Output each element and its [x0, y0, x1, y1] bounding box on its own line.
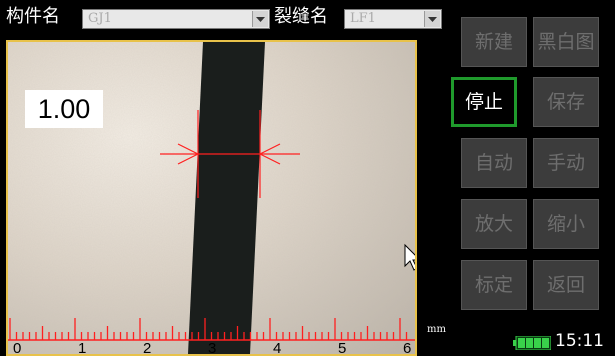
ruler-tick-label: 4	[273, 340, 281, 354]
stop-button[interactable]: 停止	[451, 77, 517, 127]
save-button[interactable]: 保存	[533, 77, 599, 127]
new-button[interactable]: 新建	[461, 17, 527, 67]
measurement-readout: 1.00	[25, 90, 103, 128]
component-name-label: 构件名	[6, 6, 60, 27]
crack-image: 0 1 2 3 4 5 6	[8, 42, 415, 354]
ruler-tick-label: 6	[403, 340, 411, 354]
crack-name-dropdown[interactable]: LF1	[344, 9, 442, 29]
chevron-down-icon[interactable]	[424, 11, 440, 27]
battery-icon	[513, 336, 551, 350]
battery-segment	[534, 338, 541, 348]
auto-button[interactable]: 自动	[461, 138, 527, 188]
top-bar: 构件名 GJ1 裂缝名 LF1	[0, 0, 447, 40]
unit-label: mm	[427, 324, 446, 335]
clock: 15:11	[555, 331, 604, 351]
component-name-value: GJ1	[88, 11, 112, 26]
camera-view[interactable]: 0 1 2 3 4 5 6 1.00	[6, 40, 417, 356]
zoom-out-button[interactable]: 缩小	[533, 199, 599, 249]
ruler-tick-label: 1	[78, 340, 86, 354]
ruler-tick-label: 5	[338, 340, 346, 354]
crack-name-value: LF1	[350, 11, 376, 26]
button-panel: 新建 黑白图 停止 保存 自动 手动 放大 缩小 标定 返回	[447, 0, 615, 322]
back-button[interactable]: 返回	[533, 260, 599, 310]
battery-segment	[518, 338, 525, 348]
ruler-tick-label: 3	[208, 340, 216, 354]
black-white-button[interactable]: 黑白图	[533, 17, 599, 67]
component-name-dropdown[interactable]: GJ1	[82, 9, 270, 29]
ruler-tick-label: 0	[13, 340, 21, 354]
manual-button[interactable]: 手动	[533, 138, 599, 188]
crack-name-label: 裂缝名	[274, 6, 328, 27]
battery-segment	[542, 338, 549, 348]
zoom-in-button[interactable]: 放大	[461, 199, 527, 249]
chevron-down-icon[interactable]	[252, 11, 268, 27]
ruler-tick-label: 2	[143, 340, 151, 354]
calibrate-button[interactable]: 标定	[461, 260, 527, 310]
battery-segment	[526, 338, 533, 348]
